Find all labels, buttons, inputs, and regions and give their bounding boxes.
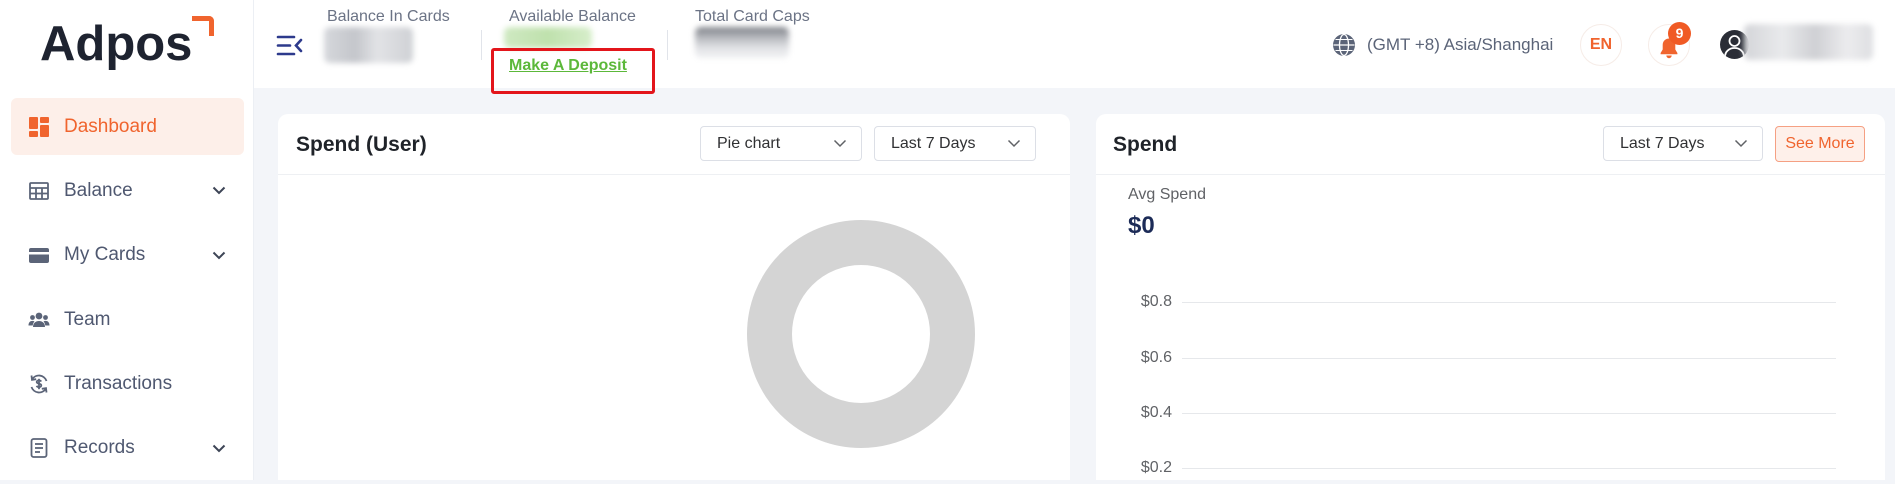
sidebar: Adpos Dashboard Balance My Cards Team Tr…: [0, 0, 254, 480]
balance-in-cards-label: Balance In Cards: [327, 8, 450, 25]
available-balance-value-redacted: [504, 27, 592, 48]
card-icon: [28, 244, 50, 266]
select-value: Last 7 Days: [1620, 134, 1705, 152]
date-range-select[interactable]: Last 7 Days: [1603, 126, 1763, 161]
chevron-down-icon[interactable]: [212, 186, 226, 195]
sidebar-item-team[interactable]: Team: [11, 291, 244, 348]
select-value: Pie chart: [717, 134, 781, 152]
header-divider: [667, 30, 668, 60]
chevron-down-icon[interactable]: [212, 251, 226, 260]
sidebar-item-label: Balance: [64, 179, 133, 201]
sidebar-nav: Dashboard Balance My Cards Team Transact…: [11, 98, 244, 484]
menu-collapse-icon[interactable]: [276, 34, 303, 57]
spend-card: Spend Last 7 Days See More Avg Spend $0 …: [1096, 114, 1885, 480]
language-switch[interactable]: EN: [1580, 24, 1622, 66]
see-more-button[interactable]: See More: [1775, 126, 1865, 162]
total-card-caps-value-redacted: [695, 27, 789, 58]
timezone-selector[interactable]: (GMT +8) Asia/Shanghai: [1367, 35, 1553, 55]
highlight-box: [491, 48, 655, 94]
card-header: Spend Last 7 Days See More: [1096, 114, 1885, 175]
language-label: EN: [1589, 36, 1613, 53]
donut-empty-ring: [747, 220, 975, 448]
date-range-select[interactable]: Last 7 Days: [874, 126, 1036, 161]
sidebar-item-balance[interactable]: Balance: [11, 162, 244, 219]
select-value: Last 7 Days: [891, 134, 976, 152]
sidebar-item-records[interactable]: Records: [11, 420, 244, 477]
sidebar-item-label: Team: [64, 308, 111, 330]
gridline: [1182, 413, 1836, 414]
team-icon: [28, 309, 50, 331]
available-balance-label: Available Balance: [509, 8, 636, 25]
spend-donut-chart: [747, 220, 975, 448]
user-name-redacted: [1744, 24, 1873, 60]
sidebar-item-label: Records: [64, 437, 135, 459]
top-header: Balance In Cards Available Balance Make …: [254, 0, 1895, 94]
card-title: Spend: [1113, 133, 1178, 156]
y-axis-tick: $0.8: [1140, 293, 1172, 310]
sidebar-item-label: Dashboard: [64, 115, 157, 137]
card-header: Spend (User) Pie chart Last 7 Days: [278, 114, 1070, 175]
y-axis-tick: $0.4: [1140, 404, 1172, 421]
avg-spend-label: Avg Spend: [1128, 186, 1206, 203]
header-divider: [481, 30, 482, 60]
transactions-icon: [28, 373, 50, 395]
gridline: [1182, 468, 1836, 469]
globe-icon[interactable]: [1332, 33, 1356, 57]
gridline: [1182, 358, 1836, 359]
table-icon: [28, 180, 50, 202]
logo-mark-icon: [192, 16, 214, 36]
sidebar-item-transactions[interactable]: Transactions: [11, 356, 244, 413]
dashboard-icon: [28, 116, 50, 138]
chevron-down-icon: [1007, 139, 1021, 148]
sidebar-item-dashboard[interactable]: Dashboard: [11, 98, 244, 155]
card-title: Spend (User): [296, 133, 427, 156]
chevron-down-icon: [1734, 139, 1748, 148]
avg-spend-value: $0: [1128, 212, 1155, 239]
sidebar-item-my-cards[interactable]: My Cards: [11, 227, 244, 284]
logo[interactable]: Adpos: [40, 15, 192, 73]
chart-type-select[interactable]: Pie chart: [700, 126, 862, 161]
y-axis-tick: $0.2: [1140, 459, 1172, 476]
sidebar-item-label: My Cards: [64, 244, 146, 266]
chevron-down-icon: [833, 139, 847, 148]
spend-user-card: Spend (User) Pie chart Last 7 Days: [278, 114, 1070, 480]
notification-count-badge: 9: [1668, 22, 1691, 45]
total-card-caps-label: Total Card Caps: [695, 8, 810, 25]
chevron-down-icon[interactable]: [212, 444, 226, 453]
records-icon: [28, 437, 50, 459]
balance-in-cards-value-redacted: [324, 27, 413, 63]
gridline: [1182, 302, 1836, 303]
sidebar-item-label: Transactions: [64, 373, 173, 395]
y-axis-tick: $0.6: [1140, 349, 1172, 366]
